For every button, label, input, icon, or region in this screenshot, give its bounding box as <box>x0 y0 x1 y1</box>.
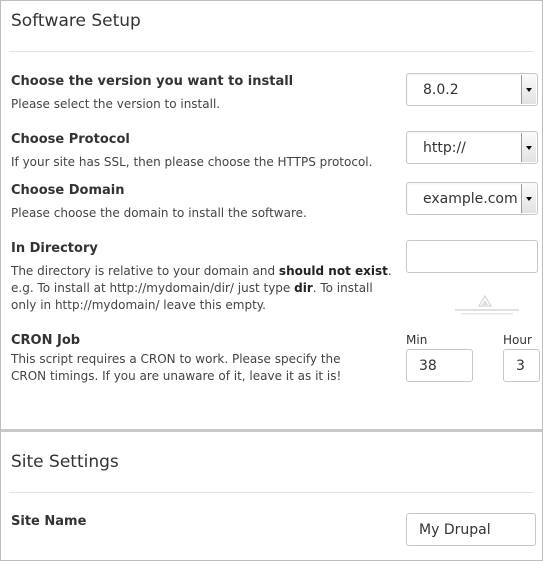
divider <box>9 51 534 52</box>
cron-hour-label: Hour <box>503 333 532 347</box>
software-setup-title: Software Setup <box>11 11 141 31</box>
protocol-help: If your site has SSL, then please choose… <box>11 155 373 169</box>
domain-selected: example.com <box>423 191 518 207</box>
chevron-down-icon[interactable] <box>521 75 536 104</box>
domain-help: Please choose the domain to install the … <box>11 206 307 220</box>
domain-select[interactable]: example.com <box>406 182 538 215</box>
directory-label: In Directory <box>11 241 98 256</box>
directory-help: The directory is relative to your domain… <box>11 264 392 312</box>
divider <box>9 492 534 493</box>
install-panel: Software Setup Choose the version you wa… <box>0 0 543 561</box>
cron-help: This script requires a CRON to work. Ple… <box>11 352 342 383</box>
chevron-down-icon[interactable] <box>521 184 536 213</box>
cron-hour-input[interactable]: 3 <box>503 349 540 382</box>
version-selected: 8.0.2 <box>423 82 459 98</box>
domain-label: Choose Domain <box>11 183 125 198</box>
site-settings-title: Site Settings <box>11 452 119 472</box>
cron-min-label: Min <box>406 333 428 347</box>
protocol-select[interactable]: http:// <box>406 131 538 164</box>
directory-input[interactable] <box>406 240 538 273</box>
site-name-value: My Drupal <box>419 522 491 538</box>
cron-min-value: 38 <box>419 358 437 374</box>
protocol-selected: http:// <box>423 140 466 156</box>
section-divider <box>1 429 542 432</box>
version-label: Choose the version you want to install <box>11 74 294 89</box>
watermark-logo <box>455 294 519 315</box>
chevron-down-icon[interactable] <box>521 133 536 162</box>
version-select[interactable]: 8.0.2 <box>406 73 538 106</box>
version-help: Please select the version to install. <box>11 97 221 111</box>
protocol-label: Choose Protocol <box>11 132 130 147</box>
cron-label: CRON Job <box>11 333 81 348</box>
cron-min-input[interactable]: 38 <box>406 349 473 382</box>
site-name-label: Site Name <box>11 514 87 529</box>
site-name-input[interactable]: My Drupal <box>406 513 536 546</box>
cron-hour-value: 3 <box>516 358 525 374</box>
